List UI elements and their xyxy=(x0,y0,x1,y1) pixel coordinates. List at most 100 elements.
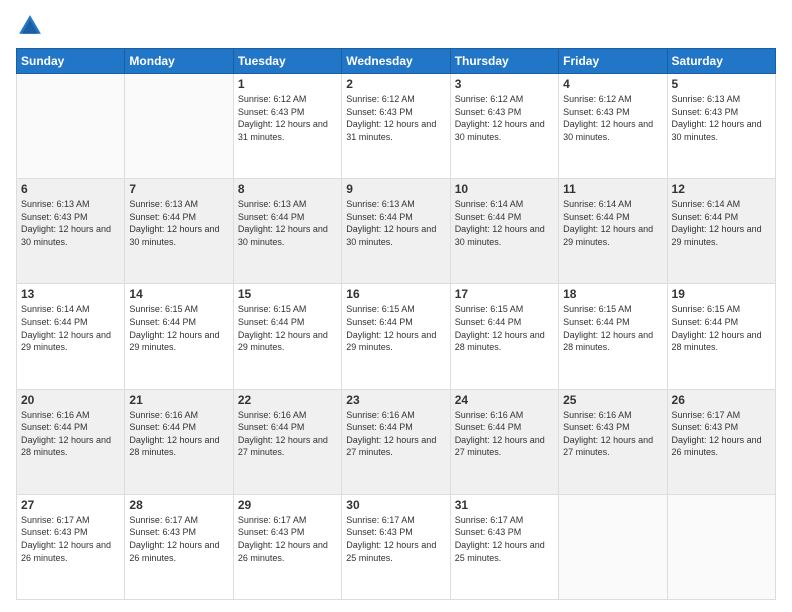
day-number: 11 xyxy=(563,182,662,196)
day-info: Sunrise: 6:12 AM Sunset: 6:43 PM Dayligh… xyxy=(455,93,554,143)
day-number: 3 xyxy=(455,77,554,91)
weekday-header-thursday: Thursday xyxy=(450,49,558,74)
day-info: Sunrise: 6:12 AM Sunset: 6:43 PM Dayligh… xyxy=(238,93,337,143)
logo-icon xyxy=(16,12,44,40)
day-number: 24 xyxy=(455,393,554,407)
day-info: Sunrise: 6:15 AM Sunset: 6:44 PM Dayligh… xyxy=(455,303,554,353)
weekday-header-monday: Monday xyxy=(125,49,233,74)
day-number: 30 xyxy=(346,498,445,512)
calendar-cell: 8 Sunrise: 6:13 AM Sunset: 6:44 PM Daylig… xyxy=(233,179,341,284)
day-info: Sunrise: 6:15 AM Sunset: 6:44 PM Dayligh… xyxy=(129,303,228,353)
calendar-cell: 13 Sunrise: 6:14 AM Sunset: 6:44 PM Dayli… xyxy=(17,284,125,389)
day-info: Sunrise: 6:16 AM Sunset: 6:44 PM Dayligh… xyxy=(21,409,120,459)
day-number: 12 xyxy=(672,182,771,196)
calendar-cell: 17 Sunrise: 6:15 AM Sunset: 6:44 PM Dayli… xyxy=(450,284,558,389)
weekday-header-friday: Friday xyxy=(559,49,667,74)
calendar-cell: 26Sunrise: 6:17 AM Sunset: 6:43 PM Dayli… xyxy=(667,389,775,494)
day-info: Sunrise: 6:17 AM Sunset: 6:43 PM Dayligh… xyxy=(455,514,554,564)
day-number: 6 xyxy=(21,182,120,196)
day-number: 25 xyxy=(563,393,662,407)
day-number: 17 xyxy=(455,287,554,301)
calendar-cell: 31 Sunrise: 6:17 AM Sunset: 6:43 PM Dayli… xyxy=(450,494,558,599)
calendar-cell: 18Sunrise: 6:15 AM Sunset: 6:44 PM Dayli… xyxy=(559,284,667,389)
calendar-header: SundayMondayTuesdayWednesdayThursdayFrid… xyxy=(17,49,776,74)
calendar-cell: 6 Sunrise: 6:13 AM Sunset: 6:43 PM Daylig… xyxy=(17,179,125,284)
day-info: Sunrise: 6:16 AM Sunset: 6:44 PM Dayligh… xyxy=(129,409,228,459)
day-number: 14 xyxy=(129,287,228,301)
header xyxy=(16,12,776,40)
day-number: 8 xyxy=(238,182,337,196)
day-info: Sunrise: 6:14 AM Sunset: 6:44 PM Dayligh… xyxy=(672,198,771,248)
calendar-cell: 24 Sunrise: 6:16 AM Sunset: 6:44 PM Dayli… xyxy=(450,389,558,494)
weekday-header-tuesday: Tuesday xyxy=(233,49,341,74)
calendar-cell: 23 Sunrise: 6:16 AM Sunset: 6:44 PM Dayli… xyxy=(342,389,450,494)
day-number: 7 xyxy=(129,182,228,196)
day-info: Sunrise: 6:14 AM Sunset: 6:44 PM Dayligh… xyxy=(455,198,554,248)
calendar-cell: 7Sunrise: 6:13 AM Sunset: 6:44 PM Daylig… xyxy=(125,179,233,284)
day-number: 10 xyxy=(455,182,554,196)
day-info: Sunrise: 6:13 AM Sunset: 6:44 PM Dayligh… xyxy=(346,198,445,248)
day-number: 20 xyxy=(21,393,120,407)
calendar-cell: 21 Sunrise: 6:16 AM Sunset: 6:44 PM Dayli… xyxy=(125,389,233,494)
day-number: 21 xyxy=(129,393,228,407)
calendar-week-4: 27 Sunrise: 6:17 AM Sunset: 6:43 PM Dayli… xyxy=(17,494,776,599)
day-info: Sunrise: 6:16 AM Sunset: 6:44 PM Dayligh… xyxy=(455,409,554,459)
day-info: Sunrise: 6:15 AM Sunset: 6:44 PM Dayligh… xyxy=(238,303,337,353)
calendar-cell: 11 Sunrise: 6:14 AM Sunset: 6:44 PM Dayli… xyxy=(559,179,667,284)
calendar-cell: 14 Sunrise: 6:15 AM Sunset: 6:44 PM Dayli… xyxy=(125,284,233,389)
day-info: Sunrise: 6:17 AM Sunset: 6:43 PM Dayligh… xyxy=(129,514,228,564)
day-number: 31 xyxy=(455,498,554,512)
day-info: Sunrise: 6:12 AM Sunset: 6:43 PM Dayligh… xyxy=(346,93,445,143)
day-number: 9 xyxy=(346,182,445,196)
day-number: 29 xyxy=(238,498,337,512)
day-info: Sunrise: 6:14 AM Sunset: 6:44 PM Dayligh… xyxy=(563,198,662,248)
day-number: 1 xyxy=(238,77,337,91)
day-info: Sunrise: 6:16 AM Sunset: 6:43 PM Dayligh… xyxy=(563,409,662,459)
calendar-cell: 25 Sunrise: 6:16 AM Sunset: 6:43 PM Dayli… xyxy=(559,389,667,494)
calendar-cell: 22 Sunrise: 6:16 AM Sunset: 6:44 PM Dayli… xyxy=(233,389,341,494)
page: SundayMondayTuesdayWednesdayThursdayFrid… xyxy=(0,0,792,612)
day-number: 5 xyxy=(672,77,771,91)
calendar-cell: 15 Sunrise: 6:15 AM Sunset: 6:44 PM Dayli… xyxy=(233,284,341,389)
calendar-cell: 9 Sunrise: 6:13 AM Sunset: 6:44 PM Daylig… xyxy=(342,179,450,284)
day-info: Sunrise: 6:16 AM Sunset: 6:44 PM Dayligh… xyxy=(238,409,337,459)
day-number: 4 xyxy=(563,77,662,91)
day-info: Sunrise: 6:17 AM Sunset: 6:43 PM Dayligh… xyxy=(672,409,771,459)
calendar-cell xyxy=(17,74,125,179)
calendar-cell xyxy=(125,74,233,179)
calendar-week-0: 1 Sunrise: 6:12 AM Sunset: 6:43 PM Daylig… xyxy=(17,74,776,179)
calendar-week-1: 6 Sunrise: 6:13 AM Sunset: 6:43 PM Daylig… xyxy=(17,179,776,284)
calendar-table: SundayMondayTuesdayWednesdayThursdayFrid… xyxy=(16,48,776,600)
calendar-cell: 29 Sunrise: 6:17 AM Sunset: 6:43 PM Dayli… xyxy=(233,494,341,599)
day-number: 2 xyxy=(346,77,445,91)
day-number: 15 xyxy=(238,287,337,301)
day-info: Sunrise: 6:17 AM Sunset: 6:43 PM Dayligh… xyxy=(238,514,337,564)
day-number: 27 xyxy=(21,498,120,512)
calendar-cell: 10 Sunrise: 6:14 AM Sunset: 6:44 PM Dayli… xyxy=(450,179,558,284)
day-info: Sunrise: 6:13 AM Sunset: 6:43 PM Dayligh… xyxy=(21,198,120,248)
day-number: 13 xyxy=(21,287,120,301)
day-number: 22 xyxy=(238,393,337,407)
calendar-cell: 28Sunrise: 6:17 AM Sunset: 6:43 PM Dayli… xyxy=(125,494,233,599)
calendar-week-3: 20 Sunrise: 6:16 AM Sunset: 6:44 PM Dayli… xyxy=(17,389,776,494)
day-number: 23 xyxy=(346,393,445,407)
weekday-header-saturday: Saturday xyxy=(667,49,775,74)
calendar-cell: 19Sunrise: 6:15 AM Sunset: 6:44 PM Dayli… xyxy=(667,284,775,389)
calendar-cell xyxy=(667,494,775,599)
day-info: Sunrise: 6:15 AM Sunset: 6:44 PM Dayligh… xyxy=(346,303,445,353)
calendar-cell: 4Sunrise: 6:12 AM Sunset: 6:43 PM Daylig… xyxy=(559,74,667,179)
day-info: Sunrise: 6:14 AM Sunset: 6:44 PM Dayligh… xyxy=(21,303,120,353)
calendar-week-2: 13 Sunrise: 6:14 AM Sunset: 6:44 PM Dayli… xyxy=(17,284,776,389)
calendar-cell: 30Sunrise: 6:17 AM Sunset: 6:43 PM Dayli… xyxy=(342,494,450,599)
calendar-cell: 1 Sunrise: 6:12 AM Sunset: 6:43 PM Daylig… xyxy=(233,74,341,179)
day-info: Sunrise: 6:17 AM Sunset: 6:43 PM Dayligh… xyxy=(21,514,120,564)
day-info: Sunrise: 6:13 AM Sunset: 6:44 PM Dayligh… xyxy=(238,198,337,248)
day-info: Sunrise: 6:16 AM Sunset: 6:44 PM Dayligh… xyxy=(346,409,445,459)
day-info: Sunrise: 6:15 AM Sunset: 6:44 PM Dayligh… xyxy=(672,303,771,353)
calendar-cell: 3 Sunrise: 6:12 AM Sunset: 6:43 PM Daylig… xyxy=(450,74,558,179)
calendar-cell: 27 Sunrise: 6:17 AM Sunset: 6:43 PM Dayli… xyxy=(17,494,125,599)
calendar-cell: 12 Sunrise: 6:14 AM Sunset: 6:44 PM Dayli… xyxy=(667,179,775,284)
day-info: Sunrise: 6:15 AM Sunset: 6:44 PM Dayligh… xyxy=(563,303,662,353)
day-info: Sunrise: 6:13 AM Sunset: 6:43 PM Dayligh… xyxy=(672,93,771,143)
day-number: 16 xyxy=(346,287,445,301)
